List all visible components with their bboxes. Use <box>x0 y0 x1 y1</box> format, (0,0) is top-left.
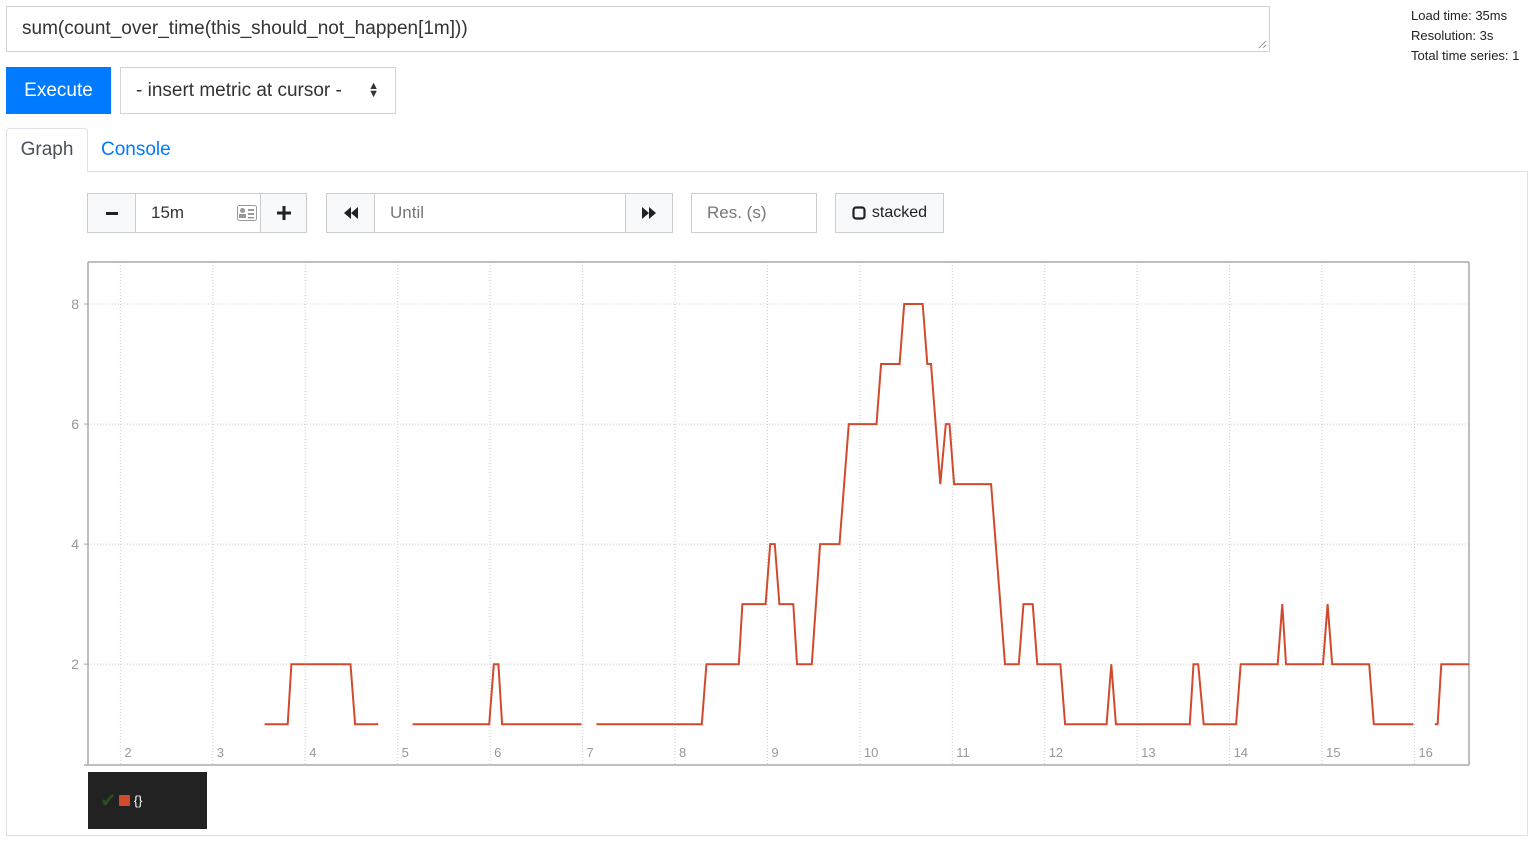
y-tick-label: 6 <box>71 416 79 432</box>
series-line-segment <box>412 663 582 726</box>
series-line-segment <box>264 663 379 726</box>
x-tick-label: 11 <box>956 745 970 760</box>
series-color-swatch <box>118 795 130 806</box>
y-tick-label: 2 <box>71 656 79 672</box>
tab-graph[interactable]: Graph <box>6 128 88 172</box>
x-tick-label: 13 <box>1141 745 1155 760</box>
series-line-segment <box>596 303 1414 726</box>
x-tick-label: 14 <box>1234 745 1248 760</box>
series-line-segment <box>1434 663 1469 726</box>
x-tick-label: 5 <box>402 745 409 760</box>
x-tick-label: 2 <box>124 745 131 760</box>
legend-series-label[interactable]: {} <box>134 793 143 808</box>
x-tick-label: 8 <box>679 745 686 760</box>
x-tick-label: 9 <box>771 745 778 760</box>
x-tick-label: 15 <box>1326 745 1340 760</box>
series-visible-check-icon[interactable]: ✔ <box>100 788 117 813</box>
legend: ✔ {} <box>88 772 207 829</box>
x-tick-label: 16 <box>1418 745 1432 760</box>
time-series-chart: 2 3 4 5 6 7 8 9 10 11 12 13 14 15 16 2 4 6 8 <box>71 261 1470 766</box>
x-tick-label: 3 <box>217 745 224 760</box>
y-tick-label: 8 <box>71 296 79 312</box>
x-tick-label: 12 <box>1049 745 1063 760</box>
y-tick-label: 4 <box>71 536 79 552</box>
x-tick-label: 7 <box>587 745 594 760</box>
x-tick-label: 6 <box>494 745 501 760</box>
x-tick-label: 10 <box>864 745 878 760</box>
x-tick-label: 4 <box>309 745 316 760</box>
